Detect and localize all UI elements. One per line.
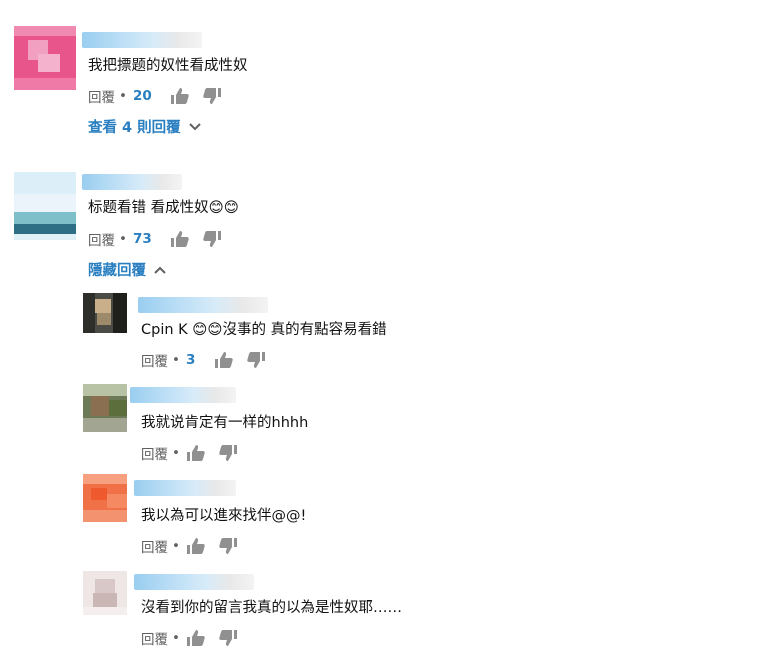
avatar[interactable] xyxy=(83,571,127,615)
comment-actions: 回覆 • 73 xyxy=(88,229,222,249)
avatar[interactable] xyxy=(14,172,76,240)
reply-button[interactable]: 回覆 xyxy=(88,86,115,106)
reply-text: 我就说肯定有一样的hhhh xyxy=(141,415,309,431)
reply-actions: 回覆 • xyxy=(141,443,238,463)
thumbs-down-icon[interactable] xyxy=(202,87,222,105)
reply-button[interactable]: 回覆 xyxy=(141,628,168,648)
reply-button[interactable]: 回覆 xyxy=(88,229,115,249)
view-replies-label: 查看 4 則回覆 xyxy=(88,120,181,136)
thumbs-up-icon[interactable] xyxy=(186,537,206,555)
thumbs-up-icon[interactable] xyxy=(170,87,190,105)
chevron-down-icon xyxy=(188,122,201,131)
hide-replies-label: 隱藏回覆 xyxy=(88,263,146,279)
reply-actions: 回覆 • 3 xyxy=(141,350,266,370)
separator-dot: • xyxy=(172,352,180,368)
comment-text: 标题看错 看成性奴😊😊 xyxy=(88,200,239,216)
avatar[interactable] xyxy=(83,293,127,333)
reply-button[interactable]: 回覆 xyxy=(141,443,168,463)
comment-actions: 回覆 • 20 xyxy=(88,86,222,106)
reply-button[interactable]: 回覆 xyxy=(141,536,168,556)
chevron-up-icon xyxy=(154,266,166,274)
thumbs-down-icon[interactable] xyxy=(218,629,238,647)
thumbs-up-icon[interactable] xyxy=(186,444,206,462)
reply-actions: 回覆 • xyxy=(141,628,238,648)
hide-replies-toggle[interactable]: 隱藏回覆 xyxy=(88,259,166,280)
author-name[interactable] xyxy=(138,297,268,313)
reply-button[interactable]: 回覆 xyxy=(141,350,168,370)
separator-dot: • xyxy=(119,88,127,104)
thumbs-down-icon[interactable] xyxy=(246,351,266,369)
thumbs-up-icon[interactable] xyxy=(186,629,206,647)
comment-text: 我把摽题的奴性看成性奴 xyxy=(88,58,248,74)
reply-actions: 回覆 • xyxy=(141,536,238,556)
like-count: 3 xyxy=(185,352,196,368)
like-count: 73 xyxy=(132,231,152,247)
thumbs-up-icon[interactable] xyxy=(170,230,190,248)
author-name[interactable] xyxy=(134,480,236,496)
reply-text: 沒看到你的留言我真的以為是性奴耶…… xyxy=(141,600,402,616)
thumbs-up-icon[interactable] xyxy=(214,351,234,369)
like-count: 20 xyxy=(132,88,152,104)
separator-dot: • xyxy=(172,538,180,554)
thumbs-down-icon[interactable] xyxy=(218,444,238,462)
reply-text: 我以為可以進來找伴@@! xyxy=(141,508,307,524)
separator-dot: • xyxy=(119,231,127,247)
thumbs-down-icon[interactable] xyxy=(202,230,222,248)
separator-dot: • xyxy=(172,445,180,461)
avatar[interactable] xyxy=(14,26,76,90)
author-name[interactable] xyxy=(82,32,202,48)
reply-text: Cpin K 😊😊沒事的 真的有點容易看錯 xyxy=(141,322,387,338)
avatar[interactable] xyxy=(83,384,127,432)
thumbs-down-icon[interactable] xyxy=(218,537,238,555)
separator-dot: • xyxy=(172,630,180,646)
avatar[interactable] xyxy=(83,474,127,522)
view-replies-toggle[interactable]: 查看 4 則回覆 xyxy=(88,116,201,137)
author-name[interactable] xyxy=(130,387,236,403)
author-name[interactable] xyxy=(134,574,254,590)
author-name[interactable] xyxy=(82,174,182,190)
